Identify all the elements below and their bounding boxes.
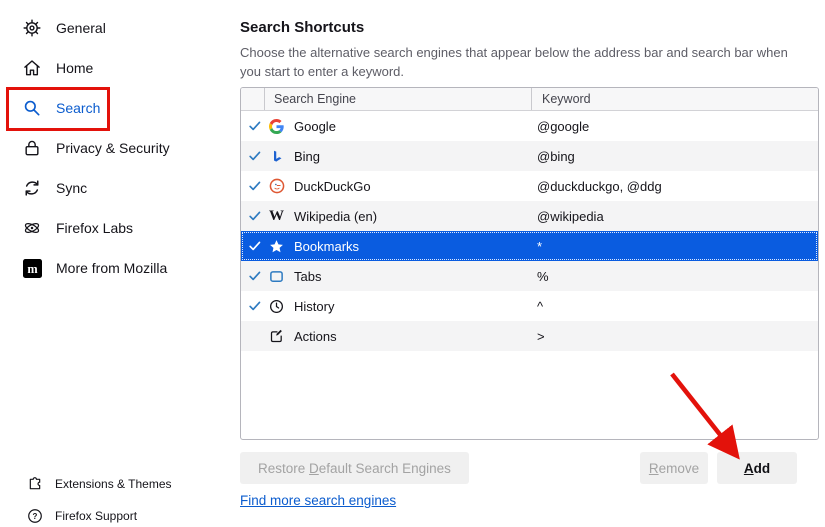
sidebar-item-label: Search xyxy=(56,100,100,116)
wikipedia-icon: W xyxy=(269,209,294,224)
remove-button[interactable]: Remove xyxy=(640,452,708,484)
table-row[interactable]: Actions > xyxy=(241,321,818,351)
table-row[interactable]: Google @google xyxy=(241,111,818,141)
sidebar-item-home[interactable]: Home xyxy=(0,48,235,88)
lock-icon xyxy=(21,137,43,159)
table-header: Search Engine Keyword xyxy=(241,88,818,111)
enabled-column-header[interactable] xyxy=(241,88,265,110)
engine-enabled-checkmark[interactable] xyxy=(241,299,269,313)
engine-name: Tabs xyxy=(294,269,537,284)
engine-name: Wikipedia (en) xyxy=(294,209,537,224)
sidebar-item-label: Home xyxy=(56,60,93,76)
sidebar-item-label: General xyxy=(56,20,106,36)
engine-enabled-checkmark[interactable] xyxy=(241,179,269,193)
table-row[interactable]: Bookmarks * xyxy=(241,231,818,261)
table-row[interactable]: Tabs % xyxy=(241,261,818,291)
sidebar-item-general[interactable]: General xyxy=(0,8,235,48)
svg-text:m: m xyxy=(27,262,38,276)
engine-keyword: @bing xyxy=(537,149,818,164)
keyword-column-header[interactable]: Keyword xyxy=(532,88,818,110)
table-row[interactable]: History ^ xyxy=(241,291,818,321)
find-more-search-engines-link[interactable]: Find more search engines xyxy=(240,493,396,508)
engine-keyword: > xyxy=(537,329,818,344)
search-engine-column-header[interactable]: Search Engine xyxy=(265,88,532,110)
engine-name: DuckDuckGo xyxy=(294,179,537,194)
bookmarks-icon xyxy=(269,239,294,254)
sync-icon xyxy=(21,177,43,199)
puzzle-icon xyxy=(26,476,43,493)
engine-enabled-checkmark[interactable] xyxy=(241,209,269,223)
restore-defaults-button[interactable]: Restore Default Search Engines xyxy=(240,452,469,484)
table-body: Google @google Bing @bing DuckDuckGo @du… xyxy=(241,111,818,351)
page-title: Search Shortcuts xyxy=(240,19,364,36)
engine-name: History xyxy=(294,299,537,314)
engine-enabled-checkmark[interactable] xyxy=(241,269,269,283)
sidebar-item-more-from-mozilla[interactable]: m More from Mozilla xyxy=(0,248,235,288)
sidebar-item-extensions-themes[interactable]: Extensions & Themes xyxy=(0,473,172,495)
sidebar-item-firefox-support[interactable]: ? Firefox Support xyxy=(0,505,137,527)
bing-icon xyxy=(269,149,294,164)
table-row[interactable]: DuckDuckGo @duckduckgo, @ddg xyxy=(241,171,818,201)
sidebar-item-label: Sync xyxy=(56,180,87,196)
engine-name: Bookmarks xyxy=(294,239,537,254)
settings-sidebar: General Home Search xyxy=(0,8,235,288)
sidebar-footer-label: Firefox Support xyxy=(55,509,137,523)
tabs-icon xyxy=(269,269,294,284)
engine-keyword: @wikipedia xyxy=(537,209,818,224)
engine-name: Bing xyxy=(294,149,537,164)
engine-keyword: * xyxy=(537,239,818,254)
sidebar-item-privacy-security[interactable]: Privacy & Security xyxy=(0,128,235,168)
atom-icon xyxy=(21,217,43,239)
sidebar-item-firefox-labs[interactable]: Firefox Labs xyxy=(0,208,235,248)
help-icon: ? xyxy=(26,508,43,525)
gear-icon xyxy=(21,17,43,39)
sidebar-item-search[interactable]: Search xyxy=(0,88,235,128)
google-icon xyxy=(269,119,294,134)
engine-keyword: % xyxy=(537,269,818,284)
sidebar-item-sync[interactable]: Sync xyxy=(0,168,235,208)
engine-name: Google xyxy=(294,119,537,134)
sidebar-item-label: More from Mozilla xyxy=(56,260,167,276)
search-icon xyxy=(21,97,43,119)
firefox-settings-search-page: General Home Search xyxy=(0,0,825,527)
history-icon xyxy=(269,299,294,314)
add-button[interactable]: Add xyxy=(717,452,797,484)
sidebar-item-label: Firefox Labs xyxy=(56,220,133,236)
engine-name: Actions xyxy=(294,329,537,344)
actions-icon xyxy=(269,329,294,344)
table-row[interactable]: Bing @bing xyxy=(241,141,818,171)
engine-enabled-checkmark[interactable] xyxy=(241,119,269,133)
engine-keyword: @google xyxy=(537,119,818,134)
engine-enabled-checkmark[interactable] xyxy=(241,149,269,163)
sidebar-footer-label: Extensions & Themes xyxy=(55,477,172,491)
search-shortcuts-table: Search Engine Keyword Google @google Bin… xyxy=(240,87,819,440)
sidebar-item-label: Privacy & Security xyxy=(56,140,170,156)
mozilla-icon: m xyxy=(21,257,43,279)
engine-enabled-checkmark[interactable] xyxy=(241,239,269,253)
engine-keyword: @duckduckgo, @ddg xyxy=(537,179,818,194)
engine-keyword: ^ xyxy=(537,299,818,314)
table-row[interactable]: W Wikipedia (en) @wikipedia xyxy=(241,201,818,231)
duckduckgo-icon xyxy=(269,178,294,194)
svg-text:?: ? xyxy=(32,512,37,521)
home-icon xyxy=(21,57,43,79)
page-description: Choose the alternative search engines th… xyxy=(240,43,802,81)
